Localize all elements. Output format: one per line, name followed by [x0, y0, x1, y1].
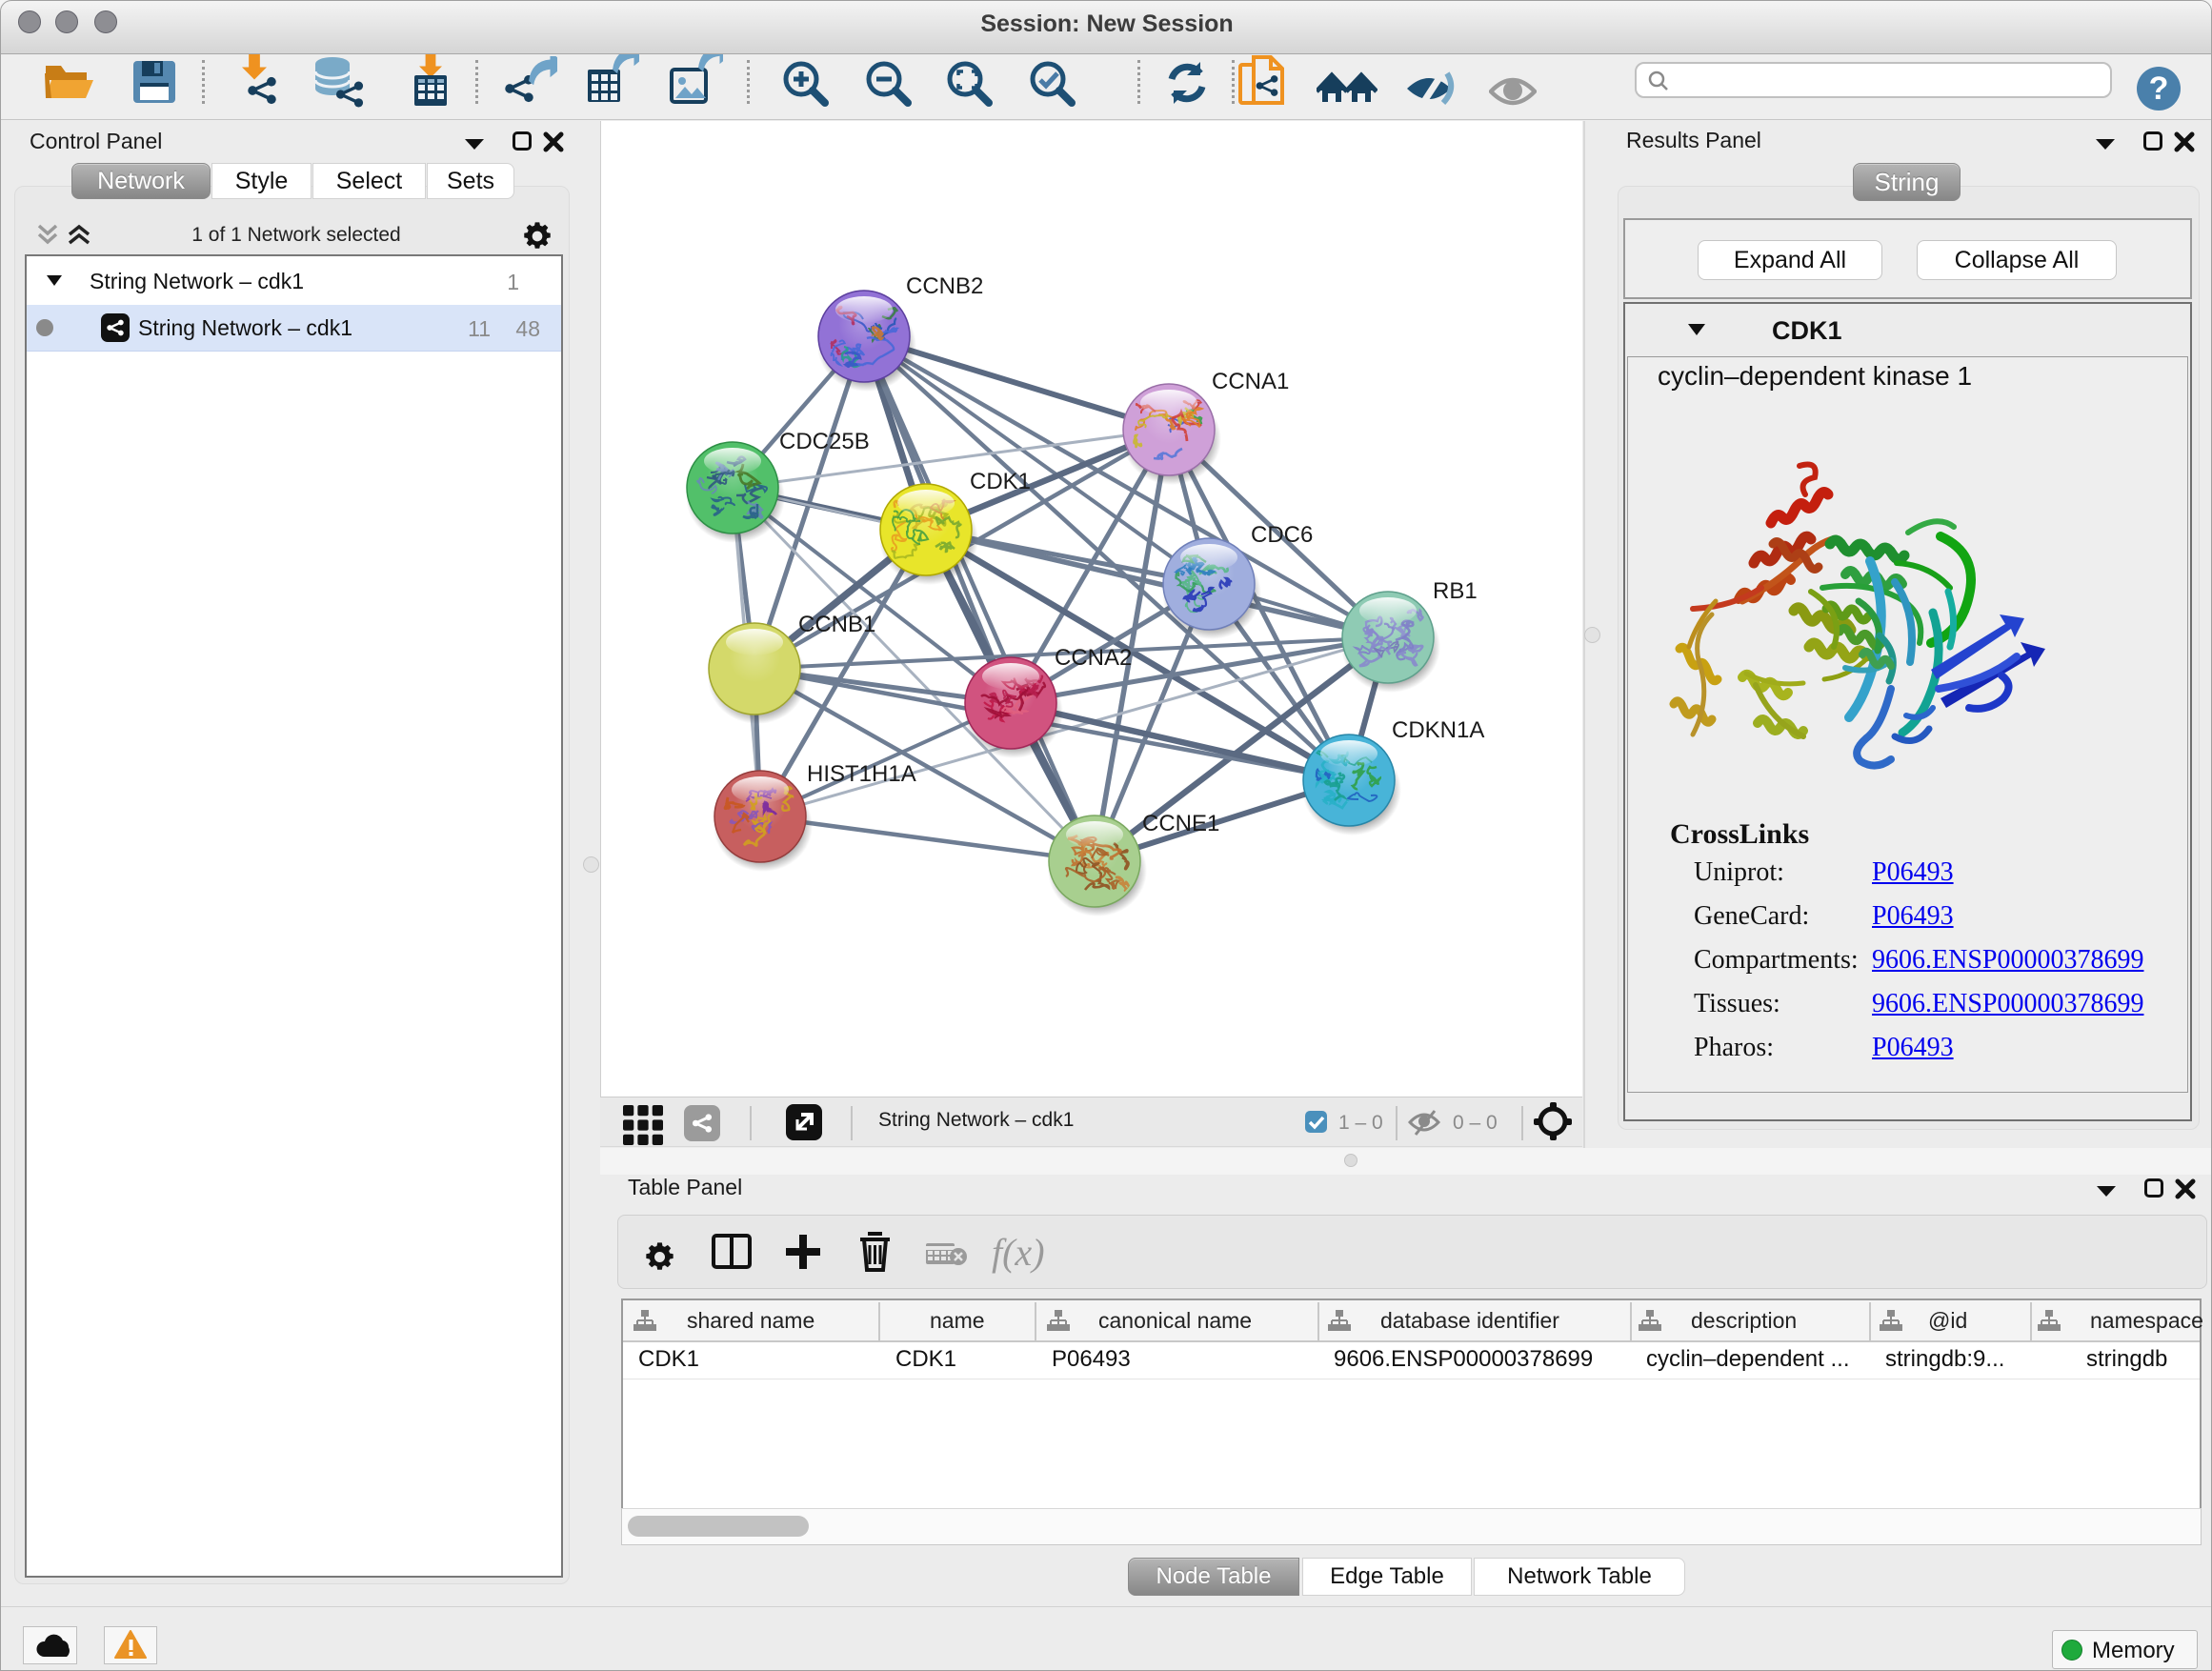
- svg-text:CCNE1: CCNE1: [1142, 811, 1219, 836]
- svg-text:CCNA2: CCNA2: [1055, 645, 1132, 671]
- svg-text:CCNB2: CCNB2: [906, 273, 983, 299]
- svg-text:CDC6: CDC6: [1251, 522, 1313, 548]
- svg-text:HIST1H1A: HIST1H1A: [807, 761, 916, 787]
- svg-text:CDK1: CDK1: [970, 469, 1031, 494]
- svg-text:CCNB1: CCNB1: [798, 612, 875, 637]
- svg-text:CDC25B: CDC25B: [779, 429, 870, 454]
- svg-text:RB1: RB1: [1433, 578, 1478, 604]
- svg-text:CCNA1: CCNA1: [1212, 369, 1289, 394]
- svg-text:CDKN1A: CDKN1A: [1392, 717, 1484, 743]
